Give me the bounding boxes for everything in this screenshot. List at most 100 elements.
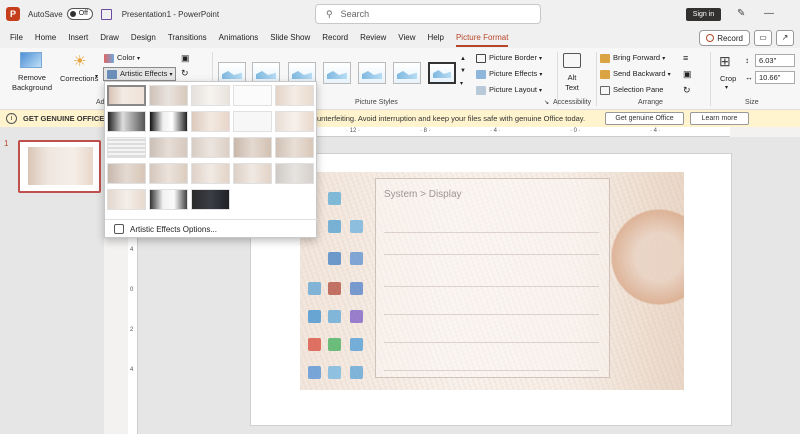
artistic-effects-options-item[interactable]: Artistic Effects Options... xyxy=(105,219,318,238)
tab-draw[interactable]: Draw xyxy=(94,28,125,48)
present-icon[interactable]: ▭ xyxy=(754,30,772,46)
bring-forward-button[interactable]: Bring Forward ▾ xyxy=(600,53,665,63)
send-backward-button[interactable]: Send Backward ▾ xyxy=(600,69,671,79)
remove-background-button[interactable]: Remove Background xyxy=(8,73,56,93)
artistic-effects-button[interactable]: Artistic Effects ▾ xyxy=(103,67,177,81)
tab-file[interactable]: File xyxy=(0,28,29,48)
save-icon[interactable] xyxy=(100,8,112,20)
tab-animations[interactable]: Animations xyxy=(213,28,265,48)
group-icon[interactable]: ▣ xyxy=(683,69,692,80)
autosave-toggle[interactable]: Off xyxy=(66,8,93,20)
picture-style-preset[interactable] xyxy=(358,62,386,84)
remove-background-icon xyxy=(20,52,42,68)
slide[interactable]: System > Display xyxy=(250,153,732,426)
share-icon[interactable]: ↗ xyxy=(776,30,794,46)
corrections-button[interactable]: Corrections xyxy=(60,74,98,83)
compress-pictures-icon[interactable]: ▣ xyxy=(181,53,190,64)
styles-more-icon[interactable]: ▾ xyxy=(460,80,463,87)
picture-window-title: System > Display xyxy=(384,189,462,200)
slide-thumbnail[interactable] xyxy=(18,140,101,193)
dialog-launcher-icon[interactable]: ↘ xyxy=(544,99,549,106)
artistic-effect-option[interactable] xyxy=(107,189,146,210)
artistic-effect-option[interactable] xyxy=(275,85,314,106)
artistic-effect-option[interactable] xyxy=(233,111,272,132)
document-title: Presentation1 - PowerPoint xyxy=(121,9,220,19)
artistic-effect-option[interactable] xyxy=(107,111,146,132)
picture-styles-label: Picture Styles xyxy=(355,99,398,106)
artistic-effect-option[interactable] xyxy=(233,163,272,184)
artistic-effect-option[interactable] xyxy=(107,137,146,158)
height-field[interactable]: 6.03" xyxy=(755,54,795,67)
search-input[interactable]: ⚲ Search xyxy=(315,4,541,24)
artistic-effect-option[interactable] xyxy=(191,111,230,132)
artistic-effects-options-label: Artistic Effects Options... xyxy=(130,224,217,234)
picture-app-icon xyxy=(350,310,363,323)
artistic-effect-option[interactable] xyxy=(149,111,188,132)
tab-slide-show[interactable]: Slide Show xyxy=(264,28,316,48)
artistic-effect-option[interactable] xyxy=(149,189,188,210)
tab-view[interactable]: View xyxy=(392,28,421,48)
artistic-effect-option[interactable] xyxy=(275,111,314,132)
artistic-effect-option[interactable] xyxy=(149,137,188,158)
picture-border-icon xyxy=(476,53,486,63)
styles-scroll-up-icon[interactable]: ▲ xyxy=(460,56,466,62)
get-genuine-office-button[interactable]: Get genuine Office xyxy=(605,112,684,125)
info-title: GET GENUINE OFFICE xyxy=(23,114,105,123)
picture-border-label: Picture Border xyxy=(489,53,537,62)
artistic-effect-option[interactable] xyxy=(275,163,314,184)
color-button[interactable]: Color ▾ xyxy=(104,53,140,63)
picture-app-icon xyxy=(328,366,341,379)
horizontal-ruler: · 12 · · 8 · · 4 · · 0 · · 4 · xyxy=(250,127,730,137)
artistic-effect-option[interactable] xyxy=(191,137,230,158)
artistic-effect-option[interactable] xyxy=(233,85,272,106)
record-label: Record xyxy=(717,33,743,43)
tab-picture-format[interactable]: Picture Format xyxy=(450,28,514,48)
picture-app-icon xyxy=(308,366,321,379)
artistic-effect-option[interactable] xyxy=(233,137,272,158)
tab-record[interactable]: Record xyxy=(316,28,354,48)
selection-pane-button[interactable]: Selection Pane xyxy=(600,85,663,95)
picture-layout-button[interactable]: Picture Layout ▾ xyxy=(476,85,542,95)
tab-home[interactable]: Home xyxy=(29,28,62,48)
picture-effects-button[interactable]: Picture Effects ▾ xyxy=(476,69,542,79)
artistic-effect-option[interactable] xyxy=(191,189,230,210)
crop-button[interactable]: Crop xyxy=(720,74,736,83)
alt-text-button[interactable]: Alt Text xyxy=(565,73,579,93)
align-icon[interactable]: ≡ xyxy=(683,53,688,63)
change-picture-icon[interactable]: ↻ xyxy=(181,68,189,79)
picture-style-preset[interactable] xyxy=(393,62,421,84)
picture-layout-label: Picture Layout xyxy=(489,85,537,94)
tab-transitions[interactable]: Transitions xyxy=(162,28,213,48)
tab-insert[interactable]: Insert xyxy=(62,28,94,48)
color-label: Color xyxy=(117,53,135,62)
artistic-effect-option[interactable] xyxy=(149,163,188,184)
record-button[interactable]: Record xyxy=(699,30,750,46)
styles-scroll-down-icon[interactable]: ▼ xyxy=(460,68,466,74)
artistic-effect-option[interactable] xyxy=(107,163,146,184)
learn-more-button[interactable]: Learn more xyxy=(690,112,749,125)
ruler-mark: 0 xyxy=(130,287,134,293)
arrange-label: Arrange xyxy=(638,99,663,106)
height-icon: ↕ xyxy=(745,56,749,65)
artistic-effect-option[interactable] xyxy=(191,163,230,184)
artistic-effect-option[interactable] xyxy=(191,85,230,106)
tab-design[interactable]: Design xyxy=(125,28,162,48)
selected-picture[interactable]: System > Display xyxy=(300,172,684,390)
picture-border-button[interactable]: Picture Border ▾ xyxy=(476,53,542,63)
picture-style-preset-selected[interactable] xyxy=(428,62,456,84)
width-field[interactable]: 10.66" xyxy=(755,71,795,84)
picture-app-icon xyxy=(328,310,341,323)
tab-help[interactable]: Help xyxy=(422,28,450,48)
width-icon: ↔ xyxy=(745,73,753,82)
artistic-effect-none[interactable] xyxy=(107,85,146,106)
rotate-icon[interactable]: ↻ xyxy=(683,85,691,96)
picture-style-preset[interactable] xyxy=(323,62,351,84)
artistic-effect-option[interactable] xyxy=(275,137,314,158)
picture-effects-label: Picture Effects xyxy=(489,69,538,78)
slide-thumbnail-pane: 1 xyxy=(0,127,104,434)
artistic-effect-option[interactable] xyxy=(149,85,188,106)
pen-icon[interactable]: ✎ xyxy=(737,8,745,19)
tab-review[interactable]: Review xyxy=(354,28,392,48)
minimize-icon[interactable]: — xyxy=(764,8,774,19)
sign-in-button[interactable]: Sign in xyxy=(686,8,721,21)
